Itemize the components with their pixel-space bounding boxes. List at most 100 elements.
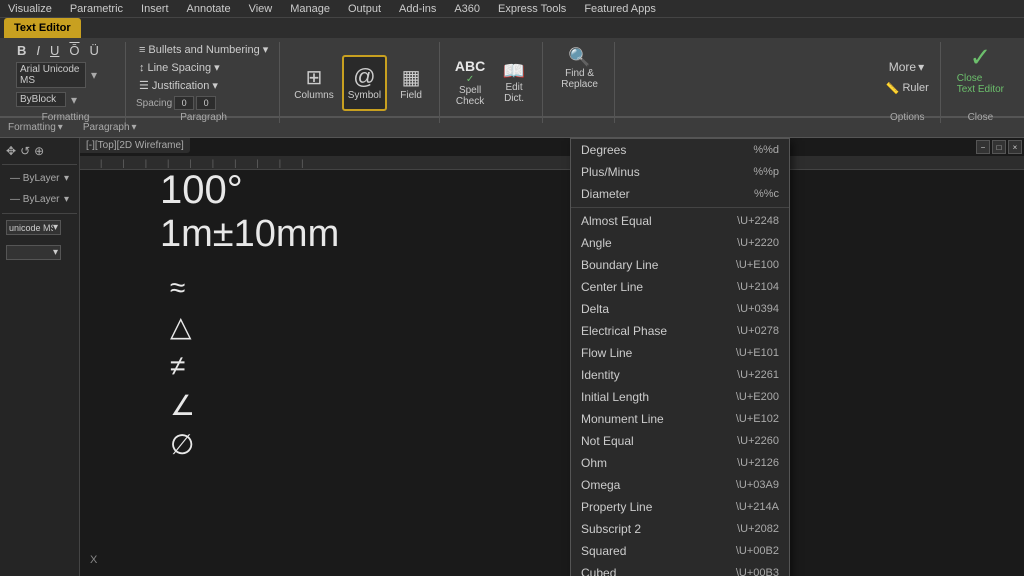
viewport-controls: − □ × bbox=[974, 138, 1024, 156]
menu-item-boundary-line[interactable]: Boundary Line \U+E100 bbox=[571, 254, 789, 276]
strikethrough-button[interactable]: Ü bbox=[87, 42, 102, 59]
not-equal-label: Not Equal bbox=[581, 434, 634, 448]
bold-button[interactable]: B bbox=[14, 42, 29, 59]
menu-manage[interactable]: Manage bbox=[286, 3, 334, 15]
main-area: ✥ ↺ ⊕ — ByLayer ▾ — ByLayer ▾ unicode MS… bbox=[0, 138, 1024, 576]
menu-item-ohm[interactable]: Ohm \U+2126 bbox=[571, 452, 789, 474]
formatting-dropdown[interactable]: Formatting ▾ bbox=[8, 122, 63, 133]
find-replace-button[interactable]: 🔍 Find &Replace bbox=[557, 42, 602, 94]
menu-item-plusminus[interactable]: Plus/Minus %%p bbox=[571, 161, 789, 183]
menu-item-identity[interactable]: Identity \U+2261 bbox=[571, 364, 789, 386]
menu-item-delta[interactable]: Delta \U+0394 bbox=[571, 298, 789, 320]
x-axis-label: X bbox=[90, 554, 97, 566]
menu-addins[interactable]: Add-ins bbox=[395, 3, 440, 15]
formatting-subbar-label: Formatting bbox=[8, 122, 56, 133]
menu-item-center-line[interactable]: Center Line \U+2104 bbox=[571, 276, 789, 298]
menu-parametric[interactable]: Parametric bbox=[66, 3, 127, 15]
paragraph-dropdown-icon: ▾ bbox=[132, 122, 137, 133]
spacing-before-input[interactable]: 0 bbox=[174, 96, 194, 110]
ribbon-group-insert: ⊞ Columns @ Symbol ▦ Field bbox=[282, 42, 440, 123]
close-label: CloseText Editor bbox=[957, 73, 1004, 95]
find-icon: 🔍 bbox=[568, 47, 590, 68]
ruler-button[interactable]: 📏 Ruler bbox=[883, 81, 932, 96]
menu-item-squared[interactable]: Squared \U+00B2 bbox=[571, 540, 789, 562]
initial-length-label: Initial Length bbox=[581, 390, 649, 404]
spacing-after-input[interactable]: 0 bbox=[196, 96, 216, 110]
rotate-icon[interactable]: ↺ bbox=[20, 144, 30, 158]
viewport-minimize-button[interactable]: − bbox=[976, 140, 990, 154]
size-dropdown[interactable]: ▾ bbox=[6, 245, 61, 260]
menu-item-cubed[interactable]: Cubed \U+00B3 bbox=[571, 562, 789, 576]
menu-item-not-equal[interactable]: Not Equal \U+2260 bbox=[571, 430, 789, 452]
menu-insert[interactable]: Insert bbox=[137, 3, 173, 15]
menu-item-monument-line[interactable]: Monument Line \U+E102 bbox=[571, 408, 789, 430]
sidebar-layers: — ByLayer ▾ bbox=[2, 169, 77, 188]
italic-button[interactable]: I bbox=[33, 42, 43, 59]
underline-button[interactable]: U bbox=[47, 42, 62, 59]
overline-button[interactable]: Ō bbox=[66, 42, 82, 59]
field-icon: ▦ bbox=[402, 65, 421, 90]
edit-dict-button[interactable]: 📖 EditDict. bbox=[494, 57, 534, 109]
menu-item-initial-length[interactable]: Initial Length \U+E200 bbox=[571, 386, 789, 408]
move-icon[interactable]: ✥ bbox=[6, 144, 16, 158]
bylayer-row1: — ByLayer ▾ bbox=[6, 171, 73, 186]
menu-item-electrical-phase[interactable]: Electrical Phase \U+0278 bbox=[571, 320, 789, 342]
bylayer-dropdown1[interactable]: ▾ bbox=[64, 173, 69, 184]
menu-visualize[interactable]: Visualize bbox=[4, 3, 56, 15]
viewport-close-button[interactable]: × bbox=[1008, 140, 1022, 154]
zoom-icon[interactable]: ⊕ bbox=[34, 144, 44, 158]
options-group-label: Options bbox=[890, 110, 924, 123]
symbol-diameter: ∅ bbox=[170, 425, 195, 464]
columns-icon: ⊞ bbox=[306, 65, 323, 90]
justification-button[interactable]: ☰ Justification ▾ bbox=[136, 78, 271, 93]
flow-line-label: Flow Line bbox=[581, 346, 632, 360]
omega-label: Omega bbox=[581, 478, 620, 492]
menu-item-diameter[interactable]: Diameter %%c bbox=[571, 183, 789, 205]
degrees-label: Degrees bbox=[581, 143, 626, 157]
menu-item-angle[interactable]: Angle \U+2220 bbox=[571, 232, 789, 254]
font-dropdown[interactable]: unicode MS|b0|j... ▾ bbox=[6, 220, 61, 235]
menu-item-property-line[interactable]: Property Line \U+214A bbox=[571, 496, 789, 518]
field-button[interactable]: ▦ Field bbox=[391, 57, 431, 109]
bylayer-dropdown2[interactable]: ▾ bbox=[64, 194, 69, 205]
plusminus-shortcut: %%p bbox=[753, 166, 779, 178]
menu-item-degrees[interactable]: Degrees %%d bbox=[571, 139, 789, 161]
more-button[interactable]: More ▾ bbox=[883, 57, 932, 77]
menu-item-almost-equal[interactable]: Almost Equal \U+2248 bbox=[571, 210, 789, 232]
menu-output[interactable]: Output bbox=[344, 3, 385, 15]
menu-item-subscript2[interactable]: Subscript 2 \U+2082 bbox=[571, 518, 789, 540]
font-style-dropdown-icon[interactable]: ▾ bbox=[71, 93, 77, 107]
menu-a360[interactable]: A360 bbox=[450, 3, 484, 15]
more-label: More bbox=[889, 60, 916, 74]
menu-express[interactable]: Express Tools bbox=[494, 3, 570, 15]
font-name-dropdown-icon[interactable]: ▾ bbox=[91, 68, 97, 82]
menu-featured[interactable]: Featured Apps bbox=[580, 3, 660, 15]
menu-item-flow-line[interactable]: Flow Line \U+E101 bbox=[571, 342, 789, 364]
symbol-button[interactable]: @ Symbol bbox=[344, 57, 385, 109]
menu-annotate[interactable]: Annotate bbox=[183, 3, 235, 15]
line-spacing-button[interactable]: ↕ Line Spacing ▾ bbox=[136, 60, 271, 75]
columns-button[interactable]: ⊞ Columns bbox=[290, 57, 337, 109]
spell-check-button[interactable]: ABC ✓ SpellCheck bbox=[450, 57, 490, 109]
left-sidebar: ✥ ↺ ⊕ — ByLayer ▾ — ByLayer ▾ unicode MS… bbox=[0, 138, 80, 576]
font-style-box[interactable]: ByBlock bbox=[16, 92, 66, 107]
bullets-button[interactable]: ≡ Bullets and Numbering ▾ bbox=[136, 42, 271, 57]
paragraph-dropdown[interactable]: Paragraph ▾ bbox=[83, 122, 137, 133]
tab-text-editor[interactable]: Text Editor bbox=[4, 18, 81, 38]
delta-shortcut: \U+0394 bbox=[737, 303, 779, 315]
font-name-box[interactable]: Arial Unicode MS bbox=[16, 62, 86, 88]
subscript2-label: Subscript 2 bbox=[581, 522, 641, 536]
menu-item-omega[interactable]: Omega \U+03A9 bbox=[571, 474, 789, 496]
tab-text-editor-label: Text Editor bbox=[14, 22, 71, 34]
dict-icon: 📖 bbox=[503, 61, 525, 82]
columns-label: Columns bbox=[294, 90, 333, 101]
menu-view[interactable]: View bbox=[245, 3, 277, 15]
initial-length-shortcut: \U+E200 bbox=[736, 391, 779, 403]
close-text-editor-button[interactable]: ✓ CloseText Editor bbox=[949, 42, 1012, 94]
viewport-restore-button[interactable]: □ bbox=[992, 140, 1006, 154]
line-spacing-label: Line Spacing bbox=[148, 62, 212, 74]
canvas-line2: 1m±10mm bbox=[160, 213, 339, 256]
ribbon-group-find: 🔍 Find &Replace bbox=[545, 42, 615, 123]
ribbon-content: B I U Ō Ü Arial Unicode MS ▾ ByBlock bbox=[0, 38, 1024, 127]
symbol-delta: △ bbox=[170, 307, 195, 346]
